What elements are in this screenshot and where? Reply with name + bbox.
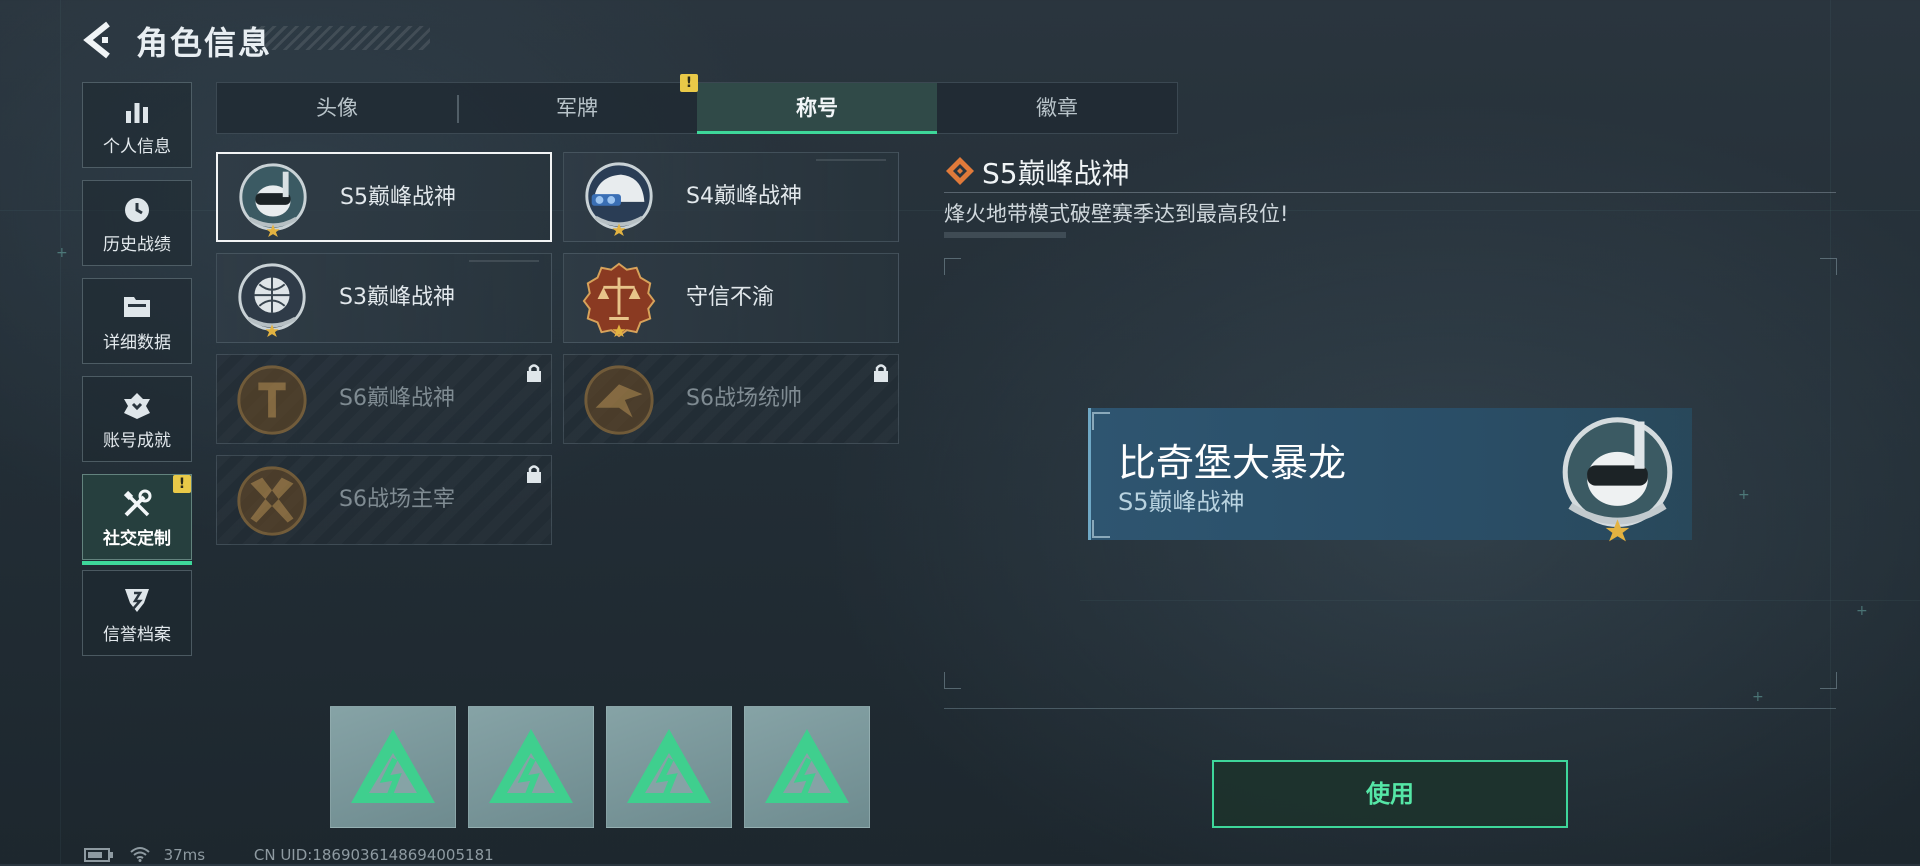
tab-dogtag[interactable]: 军牌 — [457, 83, 697, 133]
achievement-icon — [83, 391, 191, 427]
preview-divider — [944, 708, 1836, 709]
use-button[interactable]: 使用 — [1212, 760, 1568, 828]
delta-triangle-icon — [627, 729, 711, 803]
back-arrow-icon — [83, 21, 110, 59]
tab-badge[interactable]: 徽章 — [937, 83, 1177, 133]
emblem-slot-1[interactable] — [330, 706, 456, 828]
delta-triangle-icon — [351, 729, 435, 803]
title-card-name: S5巅峰战神 — [340, 185, 456, 210]
hud-crosshair: + — [56, 245, 68, 261]
shield-t-medal-icon — [237, 365, 307, 435]
warning-badge: ! — [680, 74, 698, 92]
helmet-medal-icon — [585, 162, 653, 237]
globe-medal-icon — [238, 263, 306, 338]
detail-divider — [944, 192, 1836, 193]
bg-grid-line — [60, 0, 61, 864]
preview-player-name: 比奇堡大暴龙 — [1118, 441, 1347, 485]
back-button[interactable] — [80, 20, 120, 60]
history-clock-icon — [83, 195, 191, 231]
delta-triangle-icon — [489, 729, 573, 803]
warning-badge: ! — [173, 475, 191, 493]
banner-corner — [1092, 412, 1110, 430]
delta-triangle-icon — [765, 729, 849, 803]
snorkel-skull-medal-icon — [239, 163, 307, 238]
title-card-name: S6战场主宰 — [339, 487, 455, 512]
player-uid: CN UID:1869036148694005181 — [253, 846, 494, 864]
banner-corner — [1092, 520, 1110, 538]
tab-title[interactable]: 称号 — [697, 83, 937, 134]
snorkel-skull-medal-icon — [1562, 417, 1673, 542]
bg-grid-line — [1080, 600, 1920, 601]
nav-item-achievements[interactable]: 账号成就 — [82, 376, 192, 462]
title-card-name: S3巅峰战神 — [339, 285, 455, 310]
preview-title: S5巅峰战神 — [1118, 488, 1245, 516]
title-card-s4-peak[interactable]: S4巅峰战神 — [563, 152, 899, 242]
title-card-s6-commander[interactable]: S6战场统帅 — [563, 354, 899, 444]
lock-icon — [874, 364, 888, 382]
frame-corner — [944, 672, 961, 689]
nav-item-label: 社交定制 — [103, 529, 171, 549]
nav-item-label: 详细数据 — [103, 333, 171, 353]
nav-item-history[interactable]: 历史战绩 — [82, 180, 192, 266]
card-decoration — [469, 260, 539, 262]
title-decoration — [250, 26, 430, 50]
lock-icon — [527, 465, 541, 483]
battery-icon — [84, 848, 114, 862]
ping-value: 37ms — [163, 846, 206, 864]
nav-item-label: 个人信息 — [103, 137, 171, 157]
frame-corner — [944, 258, 961, 275]
title-card-s3-peak[interactable]: S3巅峰战神 — [216, 253, 552, 343]
nav-item-label: 账号成就 — [103, 431, 171, 451]
emblem-slot-3[interactable] — [606, 706, 732, 828]
nav-item-social-custom[interactable]: 社交定制 ! — [82, 474, 192, 565]
folder-icon — [83, 293, 191, 327]
crossed-hammers-medal-icon — [237, 466, 307, 536]
lock-icon — [527, 364, 541, 382]
description-decoration — [944, 232, 1066, 238]
hud-crosshair: + — [1856, 603, 1868, 619]
detail-description: 烽火地带模式破壁赛季达到最高段位! — [944, 202, 1289, 226]
title-card-name: 守信不渝 — [686, 285, 775, 310]
nav-item-label: 历史战绩 — [103, 235, 171, 255]
frame-corner — [1820, 672, 1837, 689]
nav-item-reputation[interactable]: 信誉档案 — [82, 570, 192, 656]
wifi-icon — [129, 846, 153, 866]
title-card-trustworthy[interactable]: 守信不渝 — [563, 253, 899, 343]
jet-medal-icon — [584, 365, 654, 435]
title-card-s6-dominator[interactable]: S6战场主宰 — [216, 455, 552, 545]
title-card-name: S6巅峰战神 — [339, 386, 455, 411]
emblem-slot-2[interactable] — [468, 706, 594, 828]
reputation-icon — [83, 585, 191, 621]
hud-crosshair: + — [1752, 689, 1764, 705]
title-card-s6-peak[interactable]: S6巅峰战神 — [216, 354, 552, 444]
nav-item-personal-info[interactable]: 个人信息 — [82, 82, 192, 168]
tab-avatar[interactable]: 头像 — [217, 83, 457, 133]
bg-grid-line — [1830, 0, 1831, 864]
diamond-title-icon — [946, 157, 974, 185]
emblem-slot-4[interactable] — [744, 706, 870, 828]
card-decoration — [816, 159, 886, 161]
scales-medal-icon — [582, 262, 656, 338]
title-card-name: S6战场统帅 — [686, 386, 802, 411]
detail-title: S5巅峰战神 — [982, 157, 1130, 190]
title-card-s5-peak[interactable]: S5巅峰战神 — [216, 152, 552, 242]
title-card-name: S4巅峰战神 — [686, 184, 802, 209]
nav-item-label: 信誉档案 — [103, 625, 171, 645]
nav-item-detailed-data[interactable]: 详细数据 — [82, 278, 192, 364]
bar-chart-icon — [83, 97, 191, 131]
frame-corner — [1820, 258, 1837, 275]
status-bar: 37ms CN UID:1869036148694005181 — [84, 846, 494, 864]
hud-crosshair: + — [1738, 487, 1750, 503]
wrench-screwdriver-icon — [83, 489, 191, 525]
